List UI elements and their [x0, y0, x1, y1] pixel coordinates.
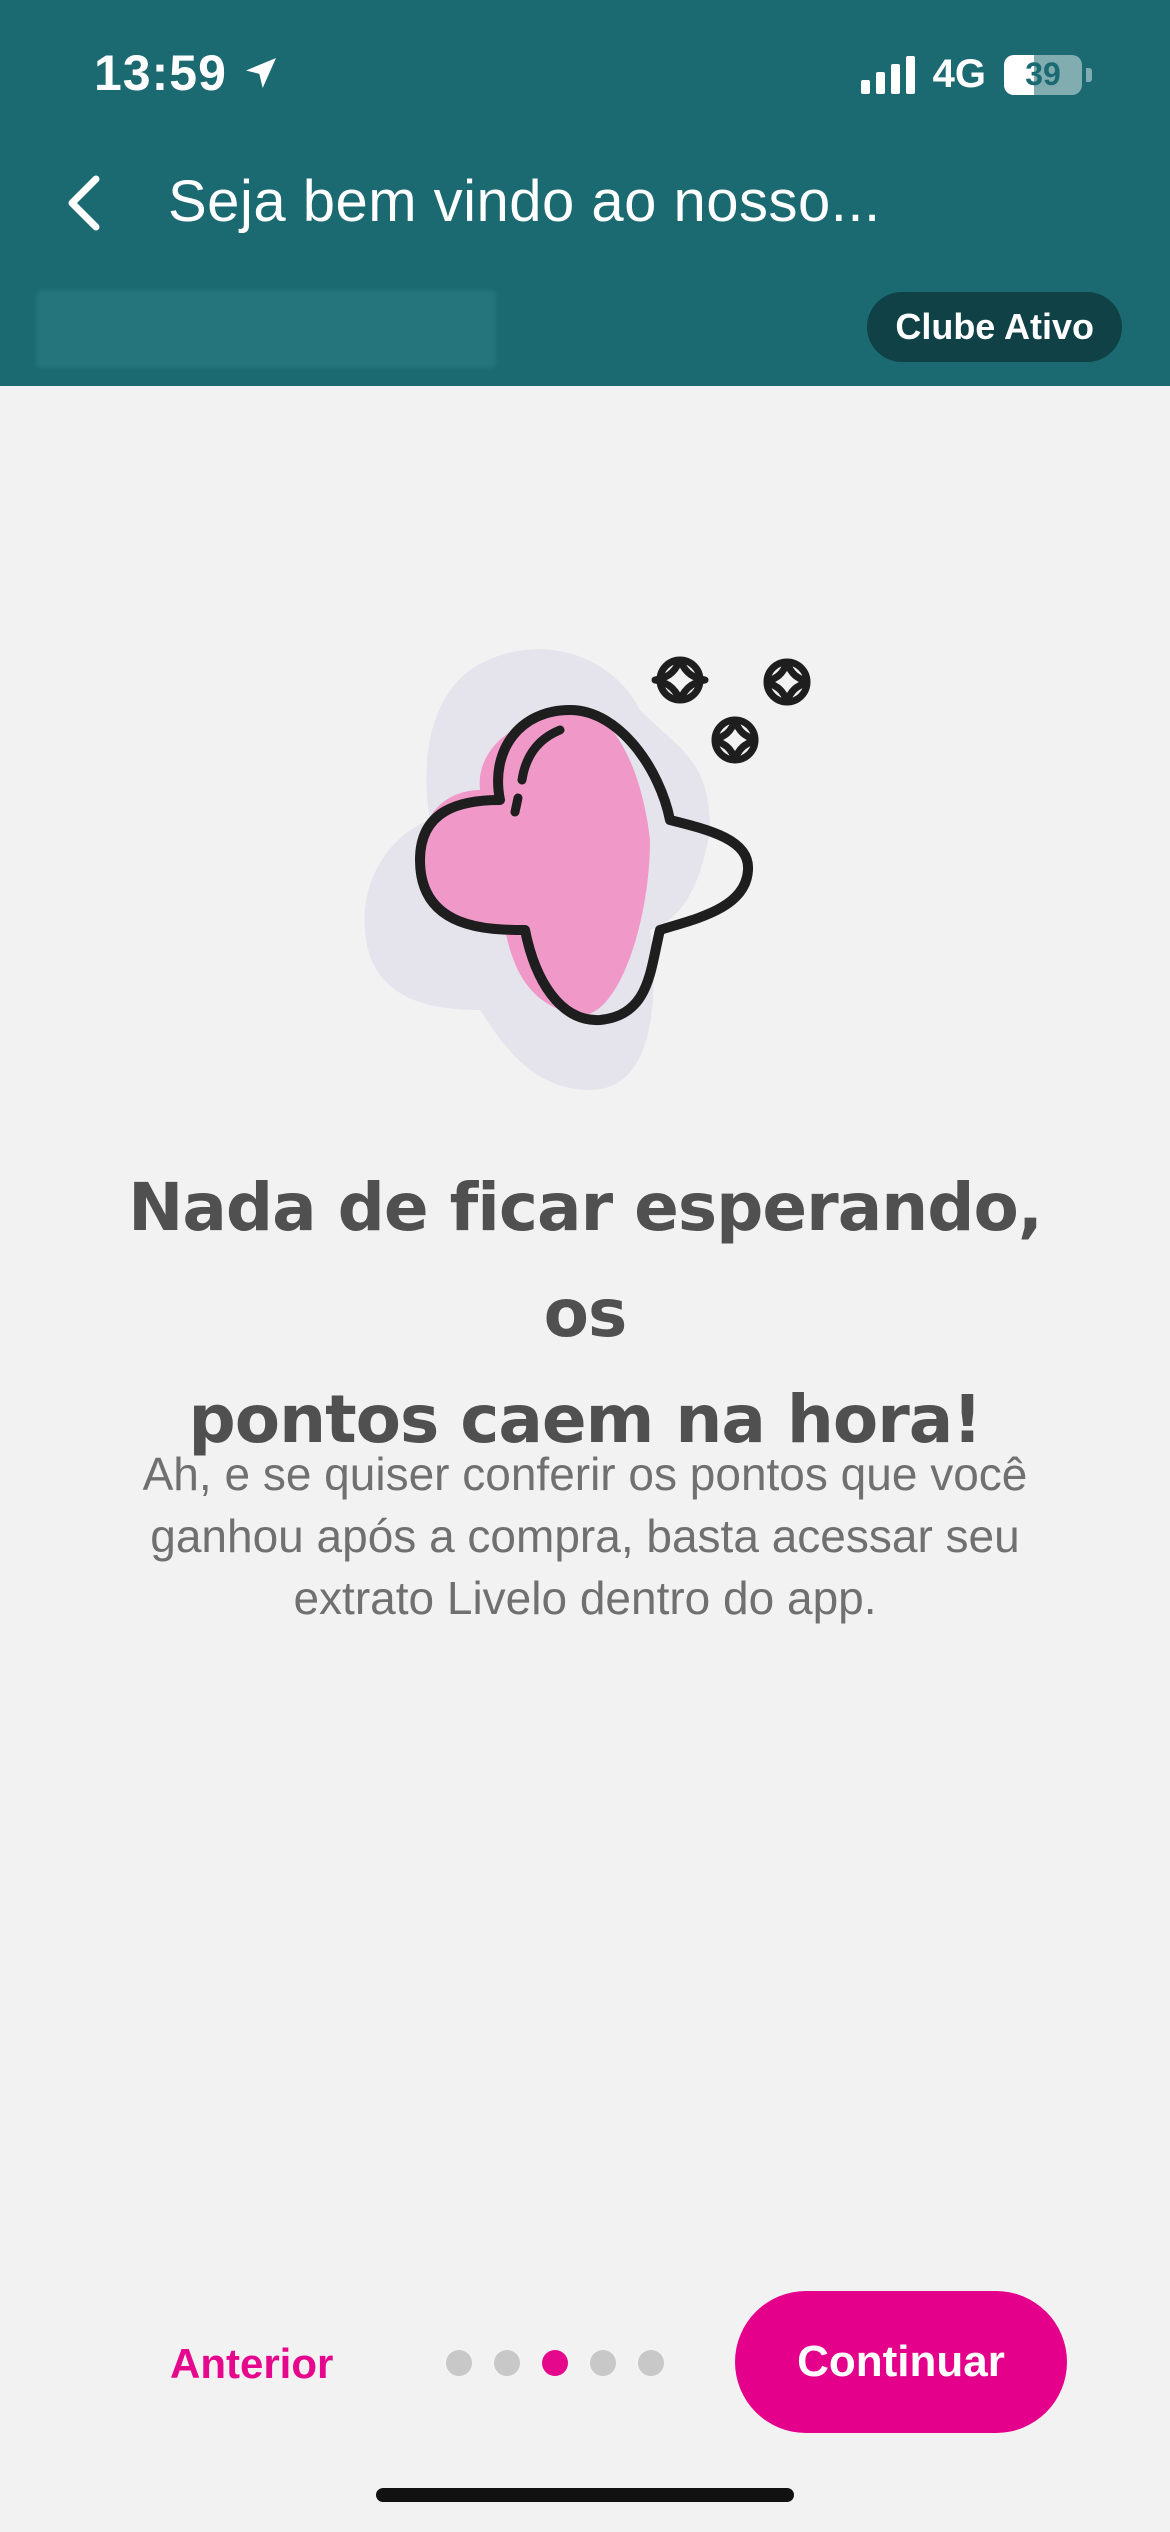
content-description: Ah, e se quiser conferir os pontos que v… [142, 1448, 1028, 1624]
location-arrow-icon [245, 58, 276, 88]
highlight-dot [510, 793, 523, 817]
page-dot-2 [494, 2350, 520, 2376]
blurred-content [36, 290, 496, 368]
continue-button[interactable]: Continuar [735, 2291, 1067, 2433]
points-star-illustration [364, 649, 811, 1090]
battery-icon: 39 [1004, 54, 1082, 95]
sparkle-icons [651, 656, 811, 764]
home-indicator[interactable] [376, 2488, 794, 2502]
battery-cap [1086, 67, 1092, 82]
battery-level: 39 [1025, 56, 1061, 92]
content-title: Nada de ficar esperando, os pontos caem … [100, 1155, 1070, 1473]
page-title: Seja bem vindo ao nosso... [168, 169, 881, 234]
signal-icon [860, 55, 915, 94]
page-dot-3 [542, 2350, 568, 2376]
status-bar-time: 13:59 [94, 44, 281, 102]
page-indicator [446, 2350, 664, 2376]
network-type: 4G [932, 52, 986, 96]
header-bar: 13:59 4G 39 Seja bem vindo ao nosso... C… [0, 0, 1170, 386]
page-dot-1 [446, 2350, 472, 2376]
status-bar-right: 4G 39 [860, 52, 1092, 97]
chevron-left-icon [68, 175, 100, 231]
time-text: 13:59 [94, 45, 227, 101]
page-dot-4 [590, 2350, 616, 2376]
page-dot-5 [638, 2350, 664, 2376]
back-button[interactable] [54, 168, 114, 238]
club-status-badge: Clube Ativo [867, 292, 1122, 362]
previous-button[interactable]: Anterior [160, 2330, 343, 2398]
title-line-1: Nada de ficar esperando, os [128, 1169, 1043, 1352]
